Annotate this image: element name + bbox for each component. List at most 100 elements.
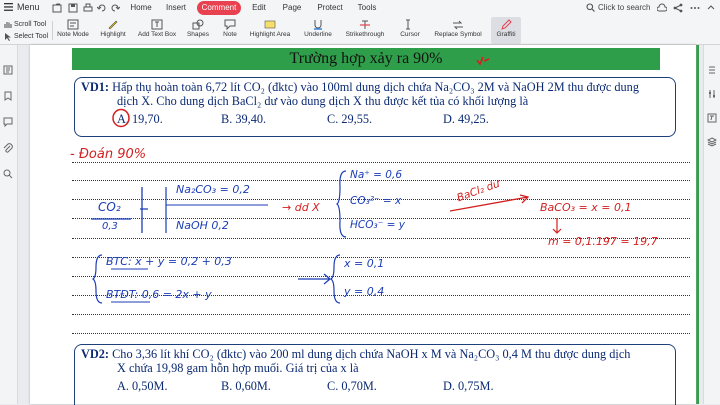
handwriting-x-value: x = 0,1: [344, 257, 385, 270]
collapse-ribbon-icon[interactable]: [706, 3, 716, 13]
note-mode-icon: [67, 19, 79, 30]
graffiti-button[interactable]: Graffiti: [491, 17, 521, 44]
search-panel-icon[interactable]: [3, 169, 13, 179]
underline-label: Underline: [304, 31, 332, 38]
vd1-option-c: C. 29,55.: [327, 112, 373, 126]
handwriting-co3-ion: CO₃²⁻ = x: [350, 195, 402, 207]
ink-arrow: [298, 273, 331, 285]
scroll-tool-button[interactable]: Scroll Tool: [3, 20, 46, 29]
highlight-label: Highlight: [100, 31, 126, 38]
translate-icon[interactable]: [707, 113, 717, 123]
properties-icon[interactable]: [707, 65, 717, 75]
cursor-icon: [406, 19, 410, 30]
redo-icon[interactable]: [110, 3, 120, 13]
menu-bar: Menu Home Insert Comment Edit Page Prote…: [0, 0, 720, 18]
handwriting-mass-result: m = 0,1.197 = 19,7: [548, 235, 658, 248]
tab-comment[interactable]: Comment: [197, 1, 241, 15]
handwriting-co2: CO₂: [98, 200, 121, 214]
ribbon-separator: [52, 21, 53, 40]
strikethrough-button[interactable]: Strikethrough: [342, 17, 388, 44]
replace-symbol-icon: [453, 20, 463, 30]
sliders-icon[interactable]: [707, 89, 717, 99]
open-file-icon[interactable]: [52, 3, 62, 13]
ink-brace: [330, 254, 341, 304]
highlight-area-icon: [264, 20, 276, 29]
tab-tools[interactable]: Tools: [354, 1, 380, 15]
note-icon: [224, 19, 236, 30]
add-text-box-button[interactable]: Add Text Box: [136, 17, 178, 44]
search-box[interactable]: Click to search: [586, 3, 650, 12]
highlight-button[interactable]: Highlight: [96, 17, 130, 44]
menu-label: Menu: [17, 2, 40, 12]
hand-icon: [4, 22, 12, 28]
page-scrollbar[interactable]: [696, 45, 699, 404]
handwriting-guess: - Đoán 90%: [70, 147, 147, 162]
handwriting-na2co3: Na₂CO₃ = 0,2: [176, 183, 250, 196]
main-menu-button[interactable]: Menu: [4, 2, 40, 12]
hamburger-icon: [4, 3, 13, 11]
replace-symbol-button[interactable]: Replace Symbol: [430, 17, 486, 44]
layers-icon[interactable]: [707, 137, 717, 147]
print-icon[interactable]: [83, 3, 93, 13]
highlight-area-label: Highlight Area: [249, 31, 291, 38]
tab-page[interactable]: Page: [278, 1, 306, 15]
text-box-icon: [151, 19, 163, 30]
shapes-label: Shapes: [186, 31, 210, 38]
ink-underline: [111, 268, 148, 270]
right-sidebar: [703, 45, 720, 404]
handwriting-hco3-ion: HCO₃⁻ = y: [350, 219, 405, 231]
attachment-icon[interactable]: [3, 143, 13, 153]
thumbnails-icon[interactable]: [3, 65, 13, 75]
tab-edit[interactable]: Edit: [247, 1, 271, 15]
vd2-option-d: D. 0,75M.: [443, 379, 494, 393]
vd1-option-d: D. 49,25.: [443, 112, 489, 126]
handwriting-ddx: → dd X: [282, 201, 320, 214]
vd2-option-c: C. 0,70M.: [327, 379, 377, 393]
question-vd1-box: VD1: Hấp thụ hoàn toàn 6,72 lít CO₂ (đkt…: [74, 77, 676, 137]
underline-button[interactable]: Underline: [300, 17, 336, 44]
select-tool-button[interactable]: Select Tool: [3, 32, 48, 41]
ink-brace: [92, 254, 103, 304]
search-placeholder: Click to search: [598, 3, 651, 12]
strikethrough-label: Strikethrough: [345, 31, 385, 38]
graffiti-label: Graffiti: [496, 31, 516, 38]
graffiti-icon: [501, 19, 512, 30]
cloud-icon[interactable]: [657, 3, 667, 13]
dotted-line: [72, 333, 690, 334]
handwriting-naoh: NaOH 0,2: [176, 219, 229, 232]
handwriting-baco3: BaCO₃ = x = 0,1: [540, 201, 632, 214]
scroll-tool-label: Scroll Tool: [14, 21, 47, 28]
ink-arrow: [449, 194, 530, 212]
red-checkmark-annotation: [476, 56, 490, 66]
cursor-label: Cursor: [400, 31, 420, 38]
ink-underline: [91, 218, 131, 220]
tab-home[interactable]: Home: [126, 1, 156, 15]
vd1-option-b: B. 39,40.: [221, 112, 267, 126]
save-icon[interactable]: [68, 3, 78, 13]
tab-protect[interactable]: Protect: [313, 1, 347, 15]
note-mode-button[interactable]: Note Mode: [56, 17, 90, 44]
select-tool-label: Select Tool: [14, 33, 49, 40]
note-mode-label: Note Mode: [57, 31, 89, 38]
shapes-icon: [192, 19, 204, 30]
undo-icon[interactable]: [97, 3, 107, 13]
circled-answer-annotation: [112, 108, 130, 128]
left-sidebar: [0, 45, 18, 404]
more-options-icon[interactable]: [690, 3, 700, 13]
note-label: Note: [223, 31, 237, 38]
question-vd2-label: VD2:: [81, 347, 110, 361]
dotted-line: [72, 314, 690, 315]
question-vd2-line1: Cho 3,36 lít khí CO₂ (đktc) vào 200 ml d…: [112, 347, 631, 361]
highlight-area-button[interactable]: Highlight Area: [248, 17, 292, 44]
comments-panel-icon[interactable]: [3, 117, 13, 127]
handwriting-y-value: y = 0,4: [344, 285, 385, 298]
shapes-button[interactable]: Shapes: [184, 17, 212, 44]
note-button[interactable]: Note: [218, 17, 242, 44]
select-cursor-icon: [5, 33, 11, 41]
tab-insert[interactable]: Insert: [160, 1, 192, 15]
comment-ribbon: Scroll Tool Select Tool Note Mode Highli…: [0, 17, 720, 45]
share-icon[interactable]: [673, 3, 683, 13]
dotted-line: [72, 276, 690, 277]
cursor-button[interactable]: Cursor: [396, 17, 424, 44]
bookmark-icon[interactable]: [3, 91, 13, 101]
